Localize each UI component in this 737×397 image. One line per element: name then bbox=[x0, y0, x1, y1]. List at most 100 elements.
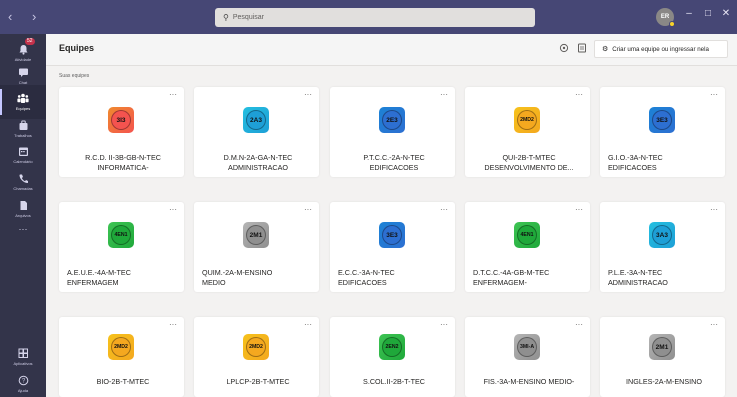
more-options-icon[interactable]: ··· bbox=[304, 320, 312, 329]
rail-label-calls: Chamadas bbox=[13, 186, 33, 191]
search-placeholder: Pesquisar bbox=[232, 14, 264, 21]
more-options-icon[interactable]: ··· bbox=[575, 320, 583, 329]
team-name-line1: P.L.E.-3A-N-TEC bbox=[608, 268, 663, 277]
team-name-line1: P.T.C.C.-2A-N-TEC bbox=[363, 153, 425, 162]
more-options-icon[interactable]: ··· bbox=[169, 205, 177, 214]
team-avatar: 2E3 bbox=[379, 107, 405, 133]
phone-icon bbox=[17, 173, 29, 184]
team-avatar: 3E3 bbox=[379, 222, 405, 248]
team-code: 2MD2 bbox=[246, 337, 266, 357]
team-avatar: 2A3 bbox=[243, 107, 269, 133]
team-name-line1: D.M.N-2A-GA-N-TEC bbox=[223, 153, 293, 162]
team-code: 2A3 bbox=[246, 110, 266, 130]
close-button[interactable]: ✕ bbox=[718, 8, 734, 19]
team-card[interactable]: ··· 2A3 D.M.N-2A-GA-N-TEC ADMINISTRACAO bbox=[194, 87, 319, 177]
settings-icon[interactable] bbox=[558, 43, 569, 54]
team-card[interactable]: ··· 3A3 P.L.E.-3A-N-TEC ADMINISTRACAO bbox=[600, 202, 725, 292]
team-name-line2: EDIFICACOES bbox=[338, 278, 387, 287]
team-avatar: 3A3 bbox=[649, 222, 675, 248]
team-card[interactable]: ··· 3I3 R.C.D. II-3B-GB-N-TEC INFORMATICA- bbox=[59, 87, 184, 177]
team-code: 2MD2 bbox=[517, 110, 537, 130]
maximize-button[interactable]: □ bbox=[700, 8, 716, 19]
more-options-icon[interactable]: ··· bbox=[440, 90, 448, 99]
team-code: 4EN1 bbox=[111, 225, 131, 245]
team-card[interactable]: ··· 2MD2 LPLCP-2B-T-MTEC bbox=[194, 317, 319, 397]
more-options-icon[interactable]: ··· bbox=[440, 205, 448, 214]
team-card[interactable]: ··· 4EN1 A.E.U.E.-4A-M-TEC ENFERMAGEM bbox=[59, 202, 184, 292]
minimize-button[interactable]: – bbox=[681, 8, 697, 19]
more-options-icon[interactable]: ··· bbox=[440, 320, 448, 329]
team-name-line2: MEDIO bbox=[202, 278, 226, 287]
help-icon: ? bbox=[17, 375, 29, 386]
avatar[interactable]: ER bbox=[656, 8, 675, 27]
teams-icon bbox=[17, 93, 29, 104]
team-name-line2: EDIFICACOES bbox=[608, 163, 657, 172]
calendar-view-icon[interactable] bbox=[576, 43, 587, 54]
team-card[interactable]: ··· 3E3 E.C.C.-3A-N-TEC EDIFICACOES bbox=[330, 202, 455, 292]
title-bar: ‹ › ⚲ Pesquisar ER – □ ✕ bbox=[0, 0, 737, 34]
rail-item-help[interactable]: ? Ajuda bbox=[0, 367, 46, 397]
team-name-line2: ENFERMAGEM bbox=[67, 278, 119, 287]
team-name-line1: FIS.-3A-M-ENSINO MEDIO- bbox=[483, 377, 575, 386]
create-team-button[interactable]: ⚙ Criar uma equipe ou ingressar nela bbox=[594, 40, 728, 58]
team-code: 2EN2 bbox=[382, 337, 402, 357]
rail-more-button[interactable]: ··· bbox=[0, 217, 46, 241]
team-name-line2: ENFERMAGEM- bbox=[473, 278, 527, 287]
more-options-icon[interactable]: ··· bbox=[575, 90, 583, 99]
team-card[interactable]: ··· 2E3 P.T.C.C.-2A-N-TEC EDIFICACOES bbox=[330, 87, 455, 177]
apps-icon bbox=[17, 348, 29, 359]
team-avatar: 3MI-A bbox=[514, 334, 540, 360]
status-indicator bbox=[669, 21, 675, 27]
team-card[interactable]: ··· 2MD2 BIO-2B-T-MTEC bbox=[59, 317, 184, 397]
team-code: 2M1 bbox=[246, 225, 266, 245]
team-card[interactable]: ··· 2EN2 S.COL.II-2B-T-TEC bbox=[330, 317, 455, 397]
team-name-line1: E.C.C.-3A-N-TEC bbox=[338, 268, 395, 277]
team-name-line2: ADMINISTRACAO bbox=[228, 163, 288, 172]
bell-icon bbox=[17, 44, 29, 55]
team-code: 3A3 bbox=[652, 225, 672, 245]
more-options-icon[interactable]: ··· bbox=[710, 90, 718, 99]
search-icon: ⚲ bbox=[223, 13, 229, 22]
team-avatar: 2MD2 bbox=[514, 107, 540, 133]
more-options-icon[interactable]: ··· bbox=[575, 205, 583, 214]
more-options-icon[interactable]: ··· bbox=[304, 90, 312, 99]
team-code: 3E3 bbox=[652, 110, 672, 130]
team-avatar: 2M1 bbox=[243, 222, 269, 248]
team-code: 4EN1 bbox=[517, 225, 537, 245]
rail-label-help: Ajuda bbox=[17, 388, 29, 393]
team-code: 2MD2 bbox=[111, 337, 131, 357]
team-card[interactable]: ··· 2MD2 QUI-2B-T-MTEC DESENVOLVIMENTO DE..… bbox=[465, 87, 590, 177]
more-options-icon[interactable]: ··· bbox=[304, 205, 312, 214]
team-name-line2: INFORMATICA- bbox=[97, 163, 149, 172]
add-team-icon: ⚙ bbox=[602, 46, 609, 53]
team-avatar: 3I3 bbox=[108, 107, 134, 133]
team-name-line1: A.E.U.E.-4A-M-TEC bbox=[67, 268, 131, 277]
team-name-line1: QUIM.-2A-M-ENSINO bbox=[202, 268, 273, 277]
team-card[interactable]: ··· 3MI-A FIS.-3A-M-ENSINO MEDIO- bbox=[465, 317, 590, 397]
team-avatar: 3E3 bbox=[649, 107, 675, 133]
team-name-line1: LPLCP-2B-T-MTEC bbox=[226, 377, 290, 386]
team-code: 2E3 bbox=[382, 110, 402, 130]
svg-text:?: ? bbox=[21, 379, 25, 385]
more-options-icon[interactable]: ··· bbox=[710, 320, 718, 329]
nav-arrows[interactable]: ‹ › bbox=[8, 9, 44, 24]
team-avatar: 2MD2 bbox=[108, 334, 134, 360]
team-name-line1: BIO-2B-T-MTEC bbox=[96, 377, 150, 386]
team-name-line2: ADMINISTRACAO bbox=[608, 278, 668, 287]
rail-label-calendar: Calendário bbox=[13, 159, 33, 164]
team-code: 2M1 bbox=[652, 337, 672, 357]
team-code: 3E3 bbox=[382, 225, 402, 245]
team-card[interactable]: ··· 4EN1 D.T.C.C.-4A-GB-M-TEC ENFERMAGEM- bbox=[465, 202, 590, 292]
team-avatar: 4EN1 bbox=[514, 222, 540, 248]
team-avatar: 2M1 bbox=[649, 334, 675, 360]
team-name-line1: S.COL.II-2B-T-TEC bbox=[363, 377, 425, 386]
more-options-icon[interactable]: ··· bbox=[169, 90, 177, 99]
team-card[interactable]: ··· 2M1 QUIM.-2A-M-ENSINO MEDIO bbox=[194, 202, 319, 292]
team-card[interactable]: ··· 3E3 G.I.O.-3A-N-TEC EDIFICACOES bbox=[600, 87, 725, 177]
team-card[interactable]: ··· 2M1 INGLES-2A-M-ENSINO bbox=[600, 317, 725, 397]
more-options-icon[interactable]: ··· bbox=[710, 205, 718, 214]
more-options-icon[interactable]: ··· bbox=[169, 320, 177, 329]
search-input[interactable]: ⚲ Pesquisar bbox=[215, 8, 535, 27]
avatar-initials: ER bbox=[660, 14, 670, 20]
team-name-line1: R.C.D. II-3B-GB-N-TEC bbox=[85, 153, 161, 162]
